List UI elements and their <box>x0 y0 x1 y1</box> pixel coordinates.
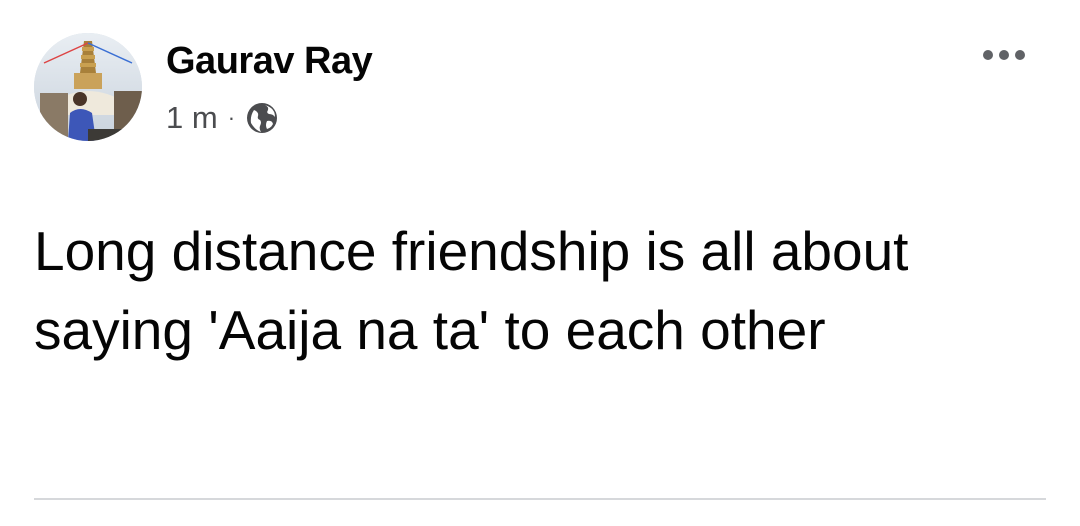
divider <box>34 498 1046 500</box>
more-options-icon[interactable] <box>974 38 1034 72</box>
more-dot <box>983 50 993 60</box>
author-name[interactable]: Gaurav Ray <box>166 40 373 83</box>
more-dot <box>1015 50 1025 60</box>
more-dot <box>999 50 1009 60</box>
meta-separator: · <box>227 105 236 130</box>
avatar[interactable] <box>34 33 142 141</box>
post-meta: 1 m · <box>166 98 279 138</box>
post-timestamp[interactable]: 1 m <box>166 100 218 136</box>
feed-post: Gaurav Ray 1 m · Long distance friendshi… <box>0 0 1080 526</box>
avatar-image <box>34 33 142 141</box>
post-text: Long distance friendship is all about sa… <box>34 220 909 361</box>
globe-icon[interactable] <box>245 101 279 135</box>
